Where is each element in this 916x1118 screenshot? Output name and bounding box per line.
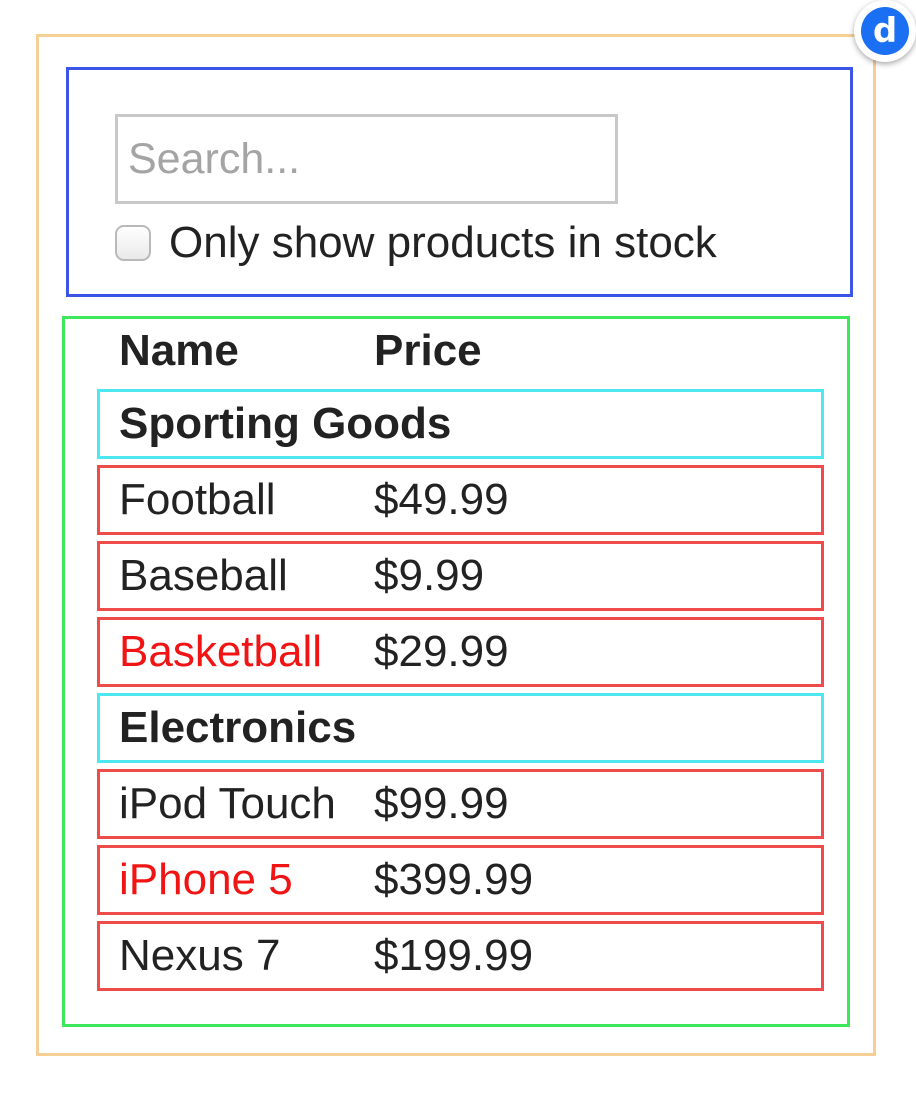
product-price: $399.99 — [374, 855, 534, 904]
product-name: Basketball — [119, 627, 323, 676]
d-logo-icon: d — [861, 7, 909, 55]
product-name: Baseball — [119, 551, 288, 600]
product-price: $99.99 — [374, 779, 509, 828]
search-bar: Only show products in stock — [66, 67, 853, 297]
product-name: iPhone 5 — [119, 855, 293, 904]
product-name: Football — [119, 475, 276, 524]
in-stock-label: Only show products in stock — [169, 218, 717, 267]
product-row: Basketball $29.99 — [97, 617, 824, 687]
header-price: Price — [374, 326, 482, 375]
category-row: Sporting Goods — [97, 389, 824, 459]
category-name: Electronics — [119, 703, 357, 752]
in-stock-filter[interactable]: Only show products in stock — [115, 218, 717, 268]
in-stock-checkbox[interactable] — [115, 225, 151, 261]
product-name: iPod Touch — [119, 779, 336, 828]
category-row: Electronics — [97, 693, 824, 763]
table-body: Sporting Goods Football $49.99 Baseball … — [97, 389, 824, 997]
product-table: Name Price Sporting Goods Football $49.9… — [62, 316, 850, 1027]
product-row: Baseball $9.99 — [97, 541, 824, 611]
product-name: Nexus 7 — [119, 931, 281, 980]
product-row: iPod Touch $99.99 — [97, 769, 824, 839]
product-row: iPhone 5 $399.99 — [97, 845, 824, 915]
corner-badge[interactable]: d — [854, 0, 916, 62]
product-price: $9.99 — [374, 551, 485, 600]
product-price: $49.99 — [374, 475, 509, 524]
product-row: Nexus 7 $199.99 — [97, 921, 824, 991]
table-header: Name Price — [119, 323, 482, 379]
category-name: Sporting Goods — [119, 399, 452, 448]
product-row: Football $49.99 — [97, 465, 824, 535]
product-price: $29.99 — [374, 627, 509, 676]
product-price: $199.99 — [374, 931, 534, 980]
search-input[interactable] — [115, 114, 618, 204]
header-name: Name — [119, 326, 239, 375]
